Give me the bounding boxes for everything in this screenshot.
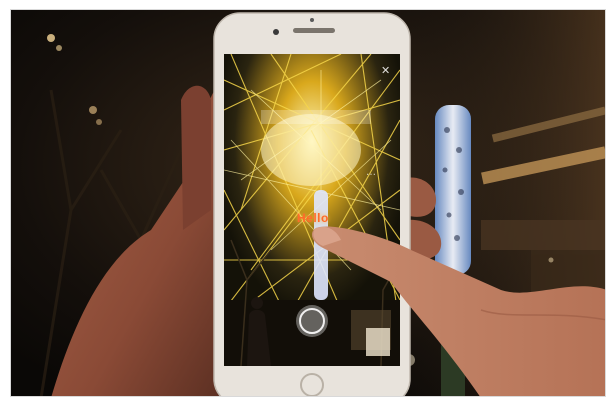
svg-text:…: …	[366, 167, 376, 178]
photo-scene: ✕ …	[11, 10, 605, 396]
image-frame: ✕ … Hello	[0, 0, 610, 402]
photo: ✕ … Hello	[10, 9, 606, 397]
screen-overlay-text: Hello	[297, 211, 329, 225]
svg-text:✕: ✕	[381, 64, 390, 77]
